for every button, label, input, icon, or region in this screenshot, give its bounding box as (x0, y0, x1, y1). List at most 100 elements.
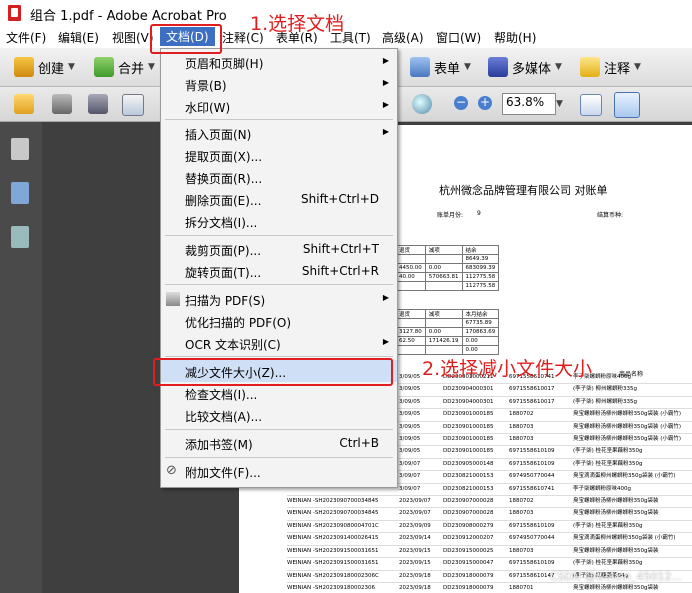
table-cell: 臭宝螺蛳粉汤柳州螺蛳粉350g袋装 (小霸竹) (573, 423, 682, 430)
bookmarks-icon[interactable] (11, 182, 29, 204)
table-cell: (李子柒) 桂花坚果藕粉350g (573, 560, 643, 567)
table-cell: DD230907000028 (443, 498, 494, 505)
table-cell: 减项 (424, 309, 463, 319)
menu-item-watermark[interactable]: 水印(W) ▶ (161, 95, 397, 117)
table-cell: 6974950770044 (509, 535, 555, 542)
table-cell: 170863.69 (461, 327, 500, 337)
zoom-tool-button[interactable] (412, 94, 432, 114)
forms-label: 表单 (434, 61, 461, 77)
table-cell: 2023/09/15 (399, 560, 431, 567)
highlight-reduce-file-size (153, 358, 393, 386)
fit-width-button[interactable] (580, 94, 602, 116)
table-cell: 3/09/07 (399, 460, 421, 467)
table-cell: 0.00 (461, 336, 500, 346)
print-button[interactable] (52, 94, 72, 114)
menu-view[interactable]: 视图(V) (112, 29, 154, 46)
menu-item-ocr[interactable]: OCR 文本识别(C) ▶ (161, 332, 397, 354)
table-cell (395, 281, 426, 291)
menu-file[interactable]: 文件(F) (6, 29, 46, 46)
table-cell: 1880703 (509, 436, 534, 443)
menu-item-replace-pages[interactable]: 替换页面(R)... (161, 166, 397, 188)
menu-item-insert-pages[interactable]: 插入页面(N) ▶ (161, 122, 397, 144)
table-cell: 3/09/07 (399, 473, 421, 480)
title-bar: 组合 1.pdf - Adobe Acrobat Pro (0, 0, 692, 26)
table-row: WEINIAN -SH2023090700034845 2023/09/07 DD2… (287, 496, 692, 509)
table-cell: 570663.81 (424, 272, 463, 282)
scanner-icon (166, 292, 180, 306)
table-cell: 0.00 (424, 327, 463, 337)
menu-item-compare-documents[interactable]: 比较文档(A)... (161, 404, 397, 426)
menu-separator (165, 119, 393, 120)
chevron-down-icon: ▼ (68, 62, 75, 72)
table-cell: 3/09/05 (399, 423, 421, 430)
forms-button[interactable]: 表单 ▼ (410, 57, 471, 77)
table-cell: WEINIAN -SH2023091400026415 (287, 535, 379, 542)
document-title: 杭州微念品牌管理有限公司 对账单 (439, 184, 608, 197)
table-cell: 3/09/05 (399, 386, 421, 393)
table-cell: 臭宝滴滴蛋柳州螺蛳粉350g袋装 (小霸竹) (573, 473, 676, 480)
table-cell (424, 318, 463, 328)
menu-window[interactable]: 窗口(W) (436, 29, 481, 46)
table-cell: 2023/09/09 (399, 522, 431, 529)
combine-button[interactable]: 合并 ▼ (94, 57, 155, 77)
combine-label: 合并 (118, 61, 145, 77)
table-cell: 0.00 (424, 263, 463, 273)
menu-item-background[interactable]: 背景(B) ▶ (161, 73, 397, 95)
table-row: WEINIAN -SH202309080004701C 2023/09/09 DD2… (287, 521, 692, 534)
table-cell: 1880703 (509, 510, 534, 517)
menu-separator (165, 457, 393, 458)
table-cell: DD230901000185 (443, 411, 494, 418)
open-folder-button[interactable] (14, 94, 34, 114)
menu-item-attach-file[interactable]: ⊘ 附加文件(F)... (161, 460, 397, 482)
pages-icon[interactable] (11, 138, 29, 160)
table-cell (395, 254, 426, 264)
menu-item-add-bookmark[interactable]: 添加书签(M) Ctrl+B (161, 432, 397, 454)
magnifier-icon (412, 94, 432, 114)
menu-help[interactable]: 帮助(H) (494, 29, 536, 46)
submenu-arrow-icon: ▶ (382, 100, 389, 109)
table-cell (424, 281, 463, 291)
zoom-out-icon: − (454, 95, 468, 110)
multimedia-button[interactable]: 多媒体 ▼ (488, 57, 562, 77)
table-cell: DD230905000148 (443, 460, 494, 467)
create-button[interactable]: 创建 ▼ (14, 57, 75, 77)
zoom-in-button[interactable]: + (478, 96, 492, 110)
table-cell: 40.00 (395, 272, 426, 282)
forms-icon (410, 57, 430, 77)
table-cell: DD230904000301 (443, 386, 494, 393)
menu-bar: 文件(F) 编辑(E) 视图(V) 文档(D) 注释(C) 表单(R) 工具(T… (0, 26, 692, 48)
menu-item-optimize-scanned[interactable]: 优化扫描的 PDF(O) (161, 310, 397, 332)
menu-edit[interactable]: 编辑(E) (58, 29, 99, 46)
menu-item-header-footer[interactable]: 页眉和页脚(H) ▶ (161, 51, 397, 73)
table-cell: 臭宝螺蛳粉汤柳州螺蛳粉350g袋装 (573, 584, 659, 591)
menu-item-delete-pages[interactable]: 删除页面(E)... Shift+Ctrl+D (161, 188, 397, 210)
table-cell: 2023/09/15 (399, 547, 431, 554)
table-cell: 6971558610109 (509, 460, 555, 467)
signatures-icon[interactable] (11, 226, 29, 248)
menu-item-scan-to-pdf[interactable]: 扫描为 PDF(S) ▶ (161, 288, 397, 310)
menu-item-split-document[interactable]: 拆分文档(I)... (161, 210, 397, 232)
chevron-down-icon[interactable]: ▼ (556, 99, 563, 109)
menu-item-crop-pages[interactable]: 裁剪页面(P)... Shift+Ctrl+T (161, 238, 397, 260)
menu-item-rotate-pages[interactable]: 旋转页面(T)... Shift+Ctrl+R (161, 260, 397, 282)
zoom-input[interactable]: 63.8% (502, 93, 556, 115)
table-cell: WEINIAN -SH202309080004701C (287, 522, 379, 529)
save-button[interactable] (88, 94, 108, 114)
table-cell: 1880702 (509, 498, 534, 505)
menu-separator (165, 429, 393, 430)
menu-item-extract-pages[interactable]: 提取页面(X)... (161, 144, 397, 166)
create-label: 创建 (38, 61, 65, 77)
email-button[interactable] (122, 94, 144, 116)
table-cell: 2023/09/18 (399, 584, 431, 591)
navigation-panel (0, 122, 42, 593)
table-cell (395, 345, 426, 355)
annotation-step2: 2.选择减小文件大小 (422, 358, 593, 380)
zoom-out-button[interactable]: − (454, 96, 468, 110)
table-cell: 6971558610017 (509, 386, 555, 393)
fit-page-button[interactable] (614, 92, 640, 118)
watermark-text: CSDN @weixin_45012... (549, 570, 682, 583)
comment-button[interactable]: 注释 ▼ (580, 57, 641, 77)
menu-advanced[interactable]: 高级(A) (382, 29, 424, 46)
table-cell: DD230918000079 (443, 572, 494, 579)
table-cell: 683099.39 (461, 263, 500, 273)
